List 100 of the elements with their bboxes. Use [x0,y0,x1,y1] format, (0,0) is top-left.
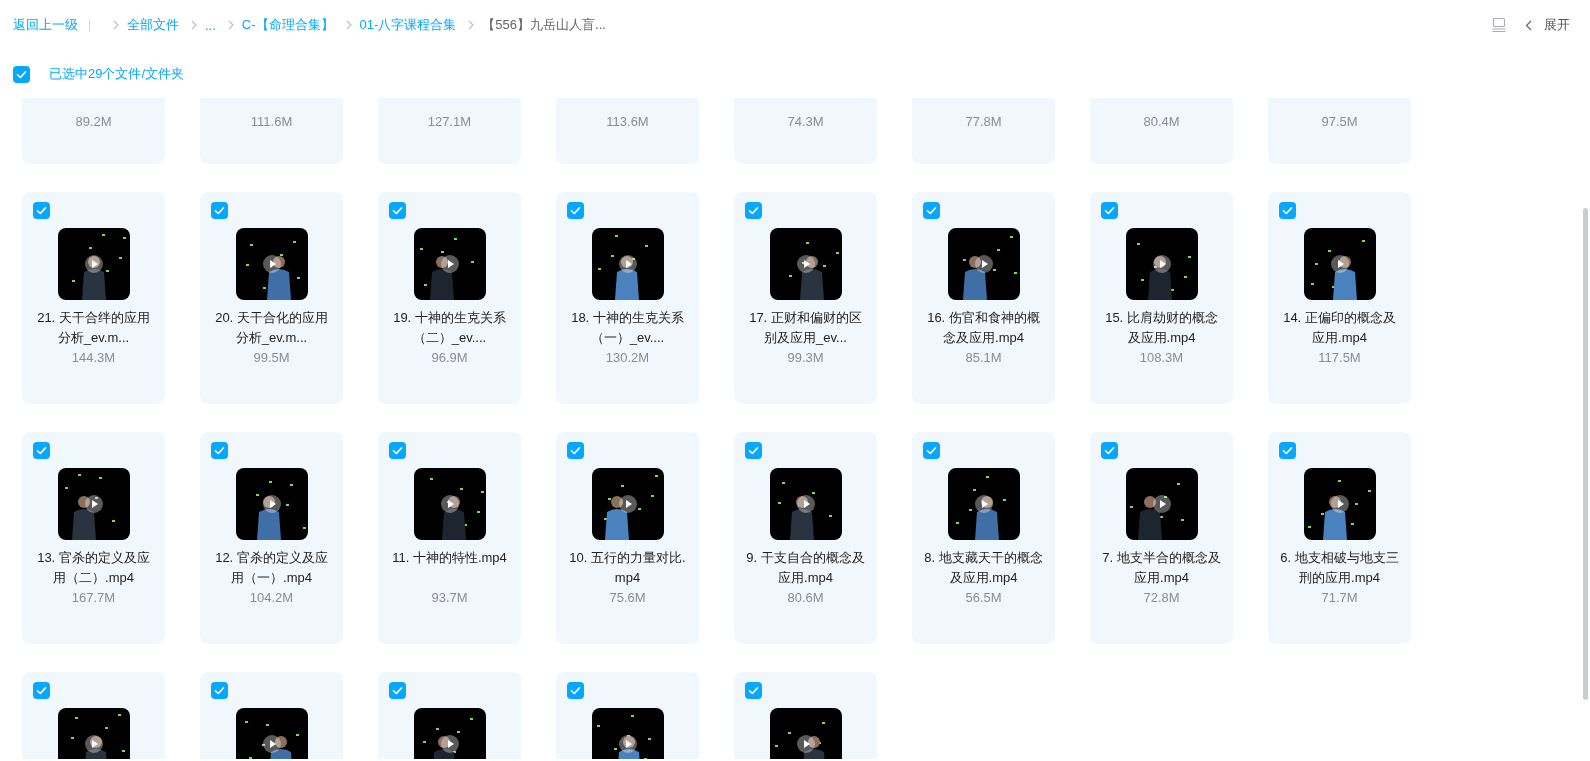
file-card[interactable]: 9. 干支自合的概念及应用.mp4 80.6M [734,432,877,644]
file-name: 11. 十神的特性.mp4 [391,549,508,567]
file-card[interactable]: 13. 官杀的定义及应用（二）.mp4 167.7M [22,432,165,644]
file-size: 93.7M [431,589,468,607]
file-name: 18. 十神的生克关系（一）_ev.... [570,309,685,347]
file-size: 167.7M [71,589,116,607]
file-card[interactable]: 15. 比肩劫财的概念及应用.mp4 108.3M [1090,192,1233,404]
file-size: 71.7M [1321,589,1358,607]
play-icon [440,495,459,513]
file-card[interactable]: 7. 地支半合的概念及应用.mp4 72.8M [1090,432,1233,644]
file-name: 6. 地支相破与地支三刑的应用.mp4 [1279,549,1400,587]
file-size: 113.6M [606,113,649,131]
file-size: 130.2M [605,349,650,367]
checkbox[interactable] [923,442,940,459]
file-size: 99.3M [787,349,824,367]
list-view-icon[interactable] [1491,17,1507,33]
file-card[interactable]: 6. 地支相破与地支三刑的应用.mp4 71.7M [1268,432,1411,644]
play-icon [84,495,103,513]
checkbox[interactable] [1279,202,1296,219]
chevron-icon [226,20,235,30]
file-name: 20. 天干合化的应用分析_ev.m... [214,309,329,347]
play-icon [1330,495,1349,513]
play-icon [440,735,459,753]
checkbox[interactable] [33,442,50,459]
checkbox[interactable] [1101,202,1118,219]
file-name: 9. 干支自合的概念及应用.mp4 [745,549,866,587]
file-size: 75.6M [609,589,646,607]
file-name: 10. 五行的力量对比.mp4 [568,549,687,587]
file-name: 21. 天干合绊的应用分析_ev.m... [36,309,151,347]
checkbox[interactable] [389,202,406,219]
file-size: 80.4M [1143,113,1180,131]
file-name: 15. 比肩劫财的概念及应用.mp4 [1104,309,1219,347]
checkbox[interactable] [13,65,30,83]
file-name: 14. 正偏印的概念及应用.mp4 [1282,309,1397,347]
file-card[interactable]: 19. 十神的生克关系（二）_ev.... 96.9M [378,192,521,404]
play-icon [440,255,459,273]
chevron-icon [112,20,120,30]
file-name: 13. 官杀的定义及应用（二）.mp4 [36,549,151,587]
checkbox[interactable] [211,442,228,459]
file-size: 99.5M [253,349,290,367]
chevron-left-icon [1525,19,1532,31]
file-card[interactable]: 16. 伤官和食神的概念及应用.mp4 85.1M [912,192,1055,404]
file-card[interactable]: 21. 天干合绊的应用分析_ev.m... 144.3M [22,192,165,404]
file-size: 96.9M [431,349,468,367]
file-size: 56.5M [965,589,1002,607]
checkbox[interactable] [567,202,584,219]
checkbox[interactable] [1279,442,1296,459]
file-card[interactable]: 10. 五行的力量对比.mp4 75.6M [556,432,699,644]
checkbox[interactable] [33,202,50,219]
play-icon [262,495,281,513]
file-card[interactable]: 17. 正财和偏财的区别及应用_ev... 99.3M [734,192,877,404]
file-size: 144.3M [71,349,116,367]
checkbox[interactable] [211,682,228,699]
file-card[interactable]: 11. 十神的特性.mp4 93.7M [378,432,521,644]
file-size: 104.2M [249,589,294,607]
checkbox[interactable] [567,442,584,459]
file-card[interactable]: 12. 官杀的定义及应用（一）.mp4 104.2M [200,432,343,644]
checkbox[interactable] [1101,442,1118,459]
file-size: 89.2M [75,113,112,131]
play-icon [796,255,815,273]
file-card[interactable]: 14. 正偏印的概念及应用.mp4 117.5M [1268,192,1411,404]
play-icon [618,255,637,273]
file-card[interactable]: 18. 十神的生克关系（一）_ev.... 130.2M [556,192,699,404]
file-size: 74.3M [787,113,824,131]
play-icon [796,735,815,753]
file-card[interactable]: 8. 地支藏天干的概念及应用.mp4 56.5M [912,432,1055,644]
checkbox[interactable] [745,202,762,219]
file-name: 19. 十神的生克关系（二）_ev.... [392,309,507,347]
checkbox[interactable] [745,442,762,459]
checkbox[interactable] [923,202,940,219]
file-card[interactable]: 20. 天干合化的应用分析_ev.m... 99.5M [200,192,343,404]
play-icon [1152,255,1171,273]
file-size: 72.8M [1143,589,1180,607]
checkbox[interactable] [33,682,50,699]
checkbox[interactable] [745,682,762,699]
play-icon [618,735,637,753]
play-icon [974,255,993,273]
selection-count: 已选中29个文件/文件夹 [49,65,185,83]
chevron-icon [190,20,198,30]
breadcrumb-item: 【556】九岳山人盲... [482,16,606,34]
file-name: 8. 地支藏天干的概念及应用.mp4 [923,549,1044,587]
chevron-icon [344,20,353,30]
checkbox[interactable] [567,682,584,699]
file-name: 12. 官杀的定义及应用（一）.mp4 [214,549,329,587]
file-size: 127.1M [427,113,472,131]
file-size: 85.1M [965,349,1002,367]
file-size: 97.5M [1321,113,1358,131]
play-icon [796,495,815,513]
checkbox[interactable] [389,442,406,459]
expand-button[interactable]: 展开 [1525,16,1570,34]
play-icon [84,735,103,753]
scrollbar[interactable] [1583,208,1588,700]
play-icon [262,255,281,273]
file-name: 17. 正财和偏财的区别及应用_ev... [748,309,863,347]
file-size: 80.6M [787,589,824,607]
play-icon [262,735,281,753]
play-icon [1330,255,1349,273]
checkbox[interactable] [389,682,406,699]
play-icon [1152,495,1171,513]
checkbox[interactable] [211,202,228,219]
